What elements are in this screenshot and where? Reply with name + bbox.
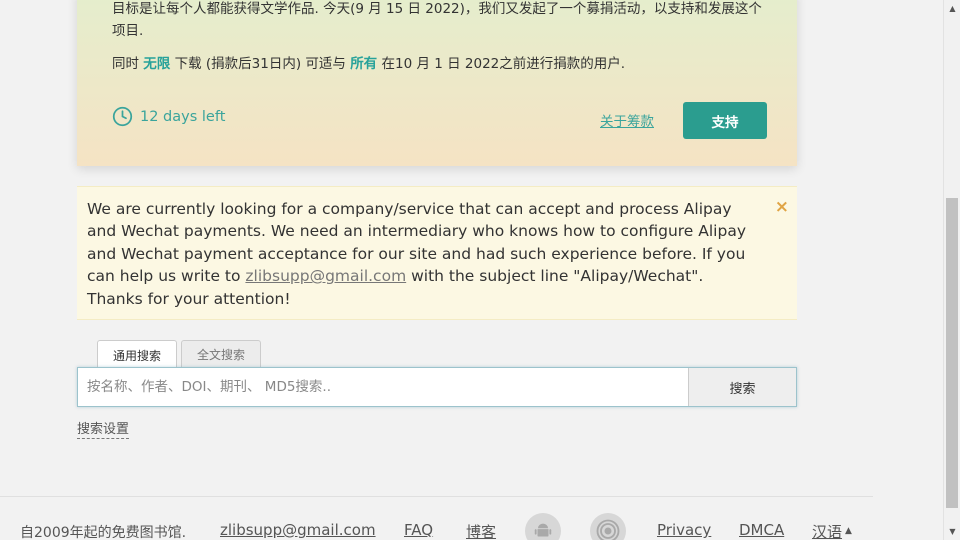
tab-general-search[interactable]: 通用搜索 <box>97 340 178 369</box>
notice-email-link[interactable]: zlibsupp@gmail.com <box>245 267 406 285</box>
footer: 自2009年起的免费图书馆. zlibsupp@gmail.com FAQ 博客… <box>0 496 873 540</box>
search-tabs: 通用搜索 全文搜索 <box>97 340 265 369</box>
tab-fulltext-search[interactable]: 全文搜索 <box>181 340 262 368</box>
search-input[interactable] <box>78 368 688 406</box>
footer-privacy-link[interactable]: Privacy <box>657 521 711 539</box>
footer-faq-link[interactable]: FAQ <box>404 521 433 539</box>
tor-icon[interactable] <box>590 513 626 540</box>
vertical-scrollbar[interactable]: ▲ ▼ <box>943 0 960 540</box>
search-form: 搜索 <box>77 367 797 407</box>
support-button[interactable]: 支持 <box>683 102 767 139</box>
search-settings-link[interactable]: 搜索设置 <box>77 421 130 439</box>
clock-icon <box>112 106 133 127</box>
footer-email-link[interactable]: zlibsupp@gmail.com <box>220 521 376 539</box>
language-selector[interactable]: 汉语 <box>812 521 842 540</box>
scroll-down-arrow-icon[interactable]: ▼ <box>944 523 960 540</box>
all-highlight: 所有 <box>350 56 378 72</box>
android-icon[interactable] <box>525 513 561 540</box>
notice-text: We are currently looking for a company/s… <box>87 200 746 308</box>
search-button[interactable]: 搜索 <box>688 368 796 406</box>
close-icon[interactable]: × <box>775 197 789 217</box>
footer-dmca-link[interactable]: DMCA <box>739 521 784 539</box>
unlimited-highlight: 无限 <box>143 56 171 72</box>
countdown: 12 days left <box>112 106 225 127</box>
notice-thanks: Thanks for your attention! <box>87 289 291 308</box>
donation-panel: 目标是让每个人都能获得文学作品. 今天(9 月 15 日 2022)，我们又发起… <box>77 0 797 166</box>
scroll-thumb[interactable] <box>946 198 958 508</box>
footer-copyright: 自2009年起的免费图书馆. <box>20 525 187 540</box>
caret-up-icon: ▲ <box>845 526 852 536</box>
scroll-up-arrow-icon[interactable]: ▲ <box>944 0 960 17</box>
days-left-text: 12 days left <box>140 108 226 125</box>
donation-paragraph: 目标是让每个人都能获得文学作品. 今天(9 月 15 日 2022)，我们又发起… <box>112 1 762 39</box>
donation-offer-text: 同时 无限 下载 (捐款后31日内) 可适与 所有 在10 月 1 日 2022… <box>112 56 626 72</box>
footer-blog-link[interactable]: 博客 <box>466 521 496 540</box>
about-fundraising-link[interactable]: 关于筹款 <box>600 110 654 130</box>
payment-notice: We are currently looking for a company/s… <box>77 186 797 320</box>
